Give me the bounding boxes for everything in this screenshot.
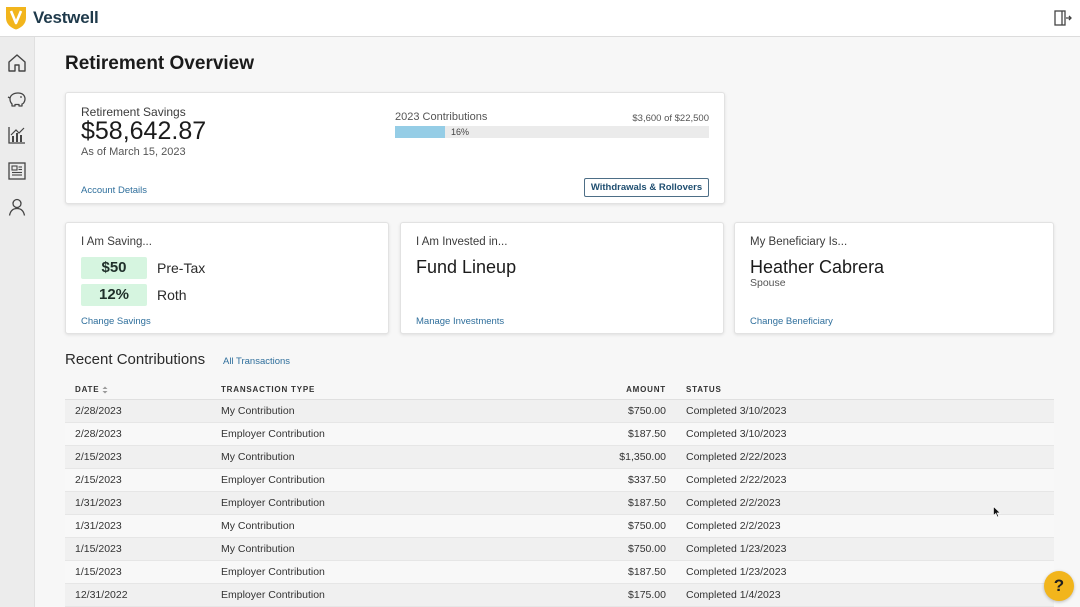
row-amount: $1,350.00 <box>521 445 666 469</box>
person-icon[interactable] <box>6 196 28 218</box>
table-row: 2/15/2023 My Contribution $1,350.00 Comp… <box>65 445 1054 469</box>
table-row: 1/15/2023 Employer Contribution $187.50 … <box>65 560 1054 584</box>
piggy-bank-icon[interactable] <box>6 88 28 110</box>
top-bar: Vestwell <box>0 0 1080 37</box>
row-status: Completed 2/22/2023 <box>666 445 1054 469</box>
roth-label: Roth <box>157 287 187 303</box>
table-row: 2/28/2023 Employer Contribution $187.50 … <box>65 422 1054 446</box>
invested-card-title: I Am Invested in... <box>416 236 508 248</box>
change-savings-link[interactable]: Change Savings <box>81 316 151 327</box>
brand-name: Vestwell <box>33 8 99 27</box>
table-row: 2/15/2023 Employer Contribution $337.50 … <box>65 468 1054 492</box>
all-transactions-link[interactable]: All Transactions <box>223 356 290 367</box>
saving-card: I Am Saving... $50 Pre-Tax 12% Roth Chan… <box>65 222 389 334</box>
beneficiary-name: Heather Cabrera <box>750 257 885 277</box>
pretax-label: Pre-Tax <box>157 260 206 276</box>
row-date: 1/15/2023 <box>65 560 221 584</box>
beneficiary-relation: Spouse <box>750 277 786 289</box>
transactions-table: DATE TRANSACTION TYPE AMOUNT STATUS 2/28… <box>65 381 1054 607</box>
contributions-progress-label: 16% <box>451 127 470 137</box>
row-type: My Contribution <box>221 399 521 423</box>
main-content: Retirement Overview Retirement Savings $… <box>35 37 1080 607</box>
withdrawals-rollovers-button[interactable]: Withdrawals & Rollovers <box>584 178 709 197</box>
saving-card-title: I Am Saving... <box>81 236 152 248</box>
row-amount: $337.50 <box>521 468 666 492</box>
contributions-label: 2023 Contributions <box>395 111 488 123</box>
table-row: 2/28/2023 My Contribution $750.00 Comple… <box>65 399 1054 423</box>
row-type: Employer Contribution <box>221 491 521 515</box>
pretax-row: $50 Pre-Tax <box>81 257 205 279</box>
table-row: 12/31/2022 Employer Contribution $175.00… <box>65 583 1054 607</box>
table-row: 1/15/2023 My Contribution $750.00 Comple… <box>65 537 1054 561</box>
account-details-link[interactable]: Account Details <box>81 185 147 196</box>
contributions-progress-fill <box>395 126 446 138</box>
change-beneficiary-link[interactable]: Change Beneficiary <box>750 316 833 327</box>
row-status: Completed 3/10/2023 <box>666 422 1054 446</box>
recent-contributions-title: Recent Contributions <box>65 351 206 368</box>
row-amount: $750.00 <box>521 399 666 423</box>
row-type: Employer Contribution <box>221 468 521 492</box>
vestwell-logo[interactable]: Vestwell <box>5 6 99 30</box>
row-amount: $187.50 <box>521 422 666 446</box>
row-date: 12/31/2022 <box>65 583 221 607</box>
table-header-row: DATE TRANSACTION TYPE AMOUNT STATUS <box>65 381 1054 400</box>
row-type: Employer Contribution <box>221 560 521 584</box>
row-date: 1/31/2023 <box>65 514 221 538</box>
page-title: Retirement Overview <box>65 53 255 74</box>
newspaper-icon[interactable] <box>6 160 28 182</box>
row-date: 1/15/2023 <box>65 537 221 561</box>
row-date: 2/15/2023 <box>65 468 221 492</box>
chart-icon[interactable] <box>6 124 28 146</box>
vestwell-shield-icon <box>6 7 26 30</box>
row-date: 1/31/2023 <box>65 491 221 515</box>
pretax-value-badge: $50 <box>81 257 147 279</box>
table-row: 1/31/2023 My Contribution $750.00 Comple… <box>65 514 1054 538</box>
row-type: Employer Contribution <box>221 583 521 607</box>
contributions-amount: $3,600 of $22,500 <box>632 113 709 124</box>
row-type: My Contribution <box>221 537 521 561</box>
row-status: Completed 2/22/2023 <box>666 468 1054 492</box>
row-status: Completed 1/4/2023 <box>666 583 1054 607</box>
roth-value-badge: 12% <box>81 284 147 306</box>
row-type: My Contribution <box>221 514 521 538</box>
mouse-cursor-icon <box>993 506 1001 518</box>
amount-column-header: AMOUNT <box>521 381 666 400</box>
row-status: Completed 1/23/2023 <box>666 537 1054 561</box>
sidebar <box>0 37 35 607</box>
invested-card: I Am Invested in... Fund Lineup Manage I… <box>400 222 724 334</box>
status-column-header: STATUS <box>666 381 1054 400</box>
retirement-savings-amount: $58,642.87 <box>81 117 207 145</box>
row-date: 2/28/2023 <box>65 422 221 446</box>
row-status: Completed 3/10/2023 <box>666 399 1054 423</box>
fund-lineup: Fund Lineup <box>416 257 517 277</box>
row-amount: $187.50 <box>521 491 666 515</box>
row-amount: $175.00 <box>521 583 666 607</box>
contributions-progress-bar: 16% <box>395 126 709 138</box>
row-amount: $187.50 <box>521 560 666 584</box>
beneficiary-card-title: My Beneficiary Is... <box>750 236 848 248</box>
row-amount: $750.00 <box>521 514 666 538</box>
row-status: Completed 1/23/2023 <box>666 560 1054 584</box>
roth-row: 12% Roth <box>81 284 187 306</box>
sort-icon[interactable] <box>102 386 108 394</box>
row-type: Employer Contribution <box>221 422 521 446</box>
beneficiary-card: My Beneficiary Is... Heather Cabrera Spo… <box>734 222 1054 334</box>
date-header-label: DATE <box>75 385 100 395</box>
row-amount: $750.00 <box>521 537 666 561</box>
manage-investments-link[interactable]: Manage Investments <box>416 316 504 327</box>
row-type: My Contribution <box>221 445 521 469</box>
help-button[interactable]: ? <box>1044 571 1074 601</box>
type-column-header: TRANSACTION TYPE <box>221 381 521 400</box>
date-column-header[interactable]: DATE <box>65 381 221 400</box>
row-date: 2/28/2023 <box>65 399 221 423</box>
table-row: 1/31/2023 Employer Contribution $187.50 … <box>65 491 1054 515</box>
row-date: 2/15/2023 <box>65 445 221 469</box>
logout-icon[interactable] <box>1054 9 1072 27</box>
home-icon[interactable] <box>6 52 28 74</box>
retirement-savings-card: Retirement Savings $58,642.87 As of Marc… <box>65 92 725 204</box>
as-of-date: As of March 15, 2023 <box>81 146 186 158</box>
